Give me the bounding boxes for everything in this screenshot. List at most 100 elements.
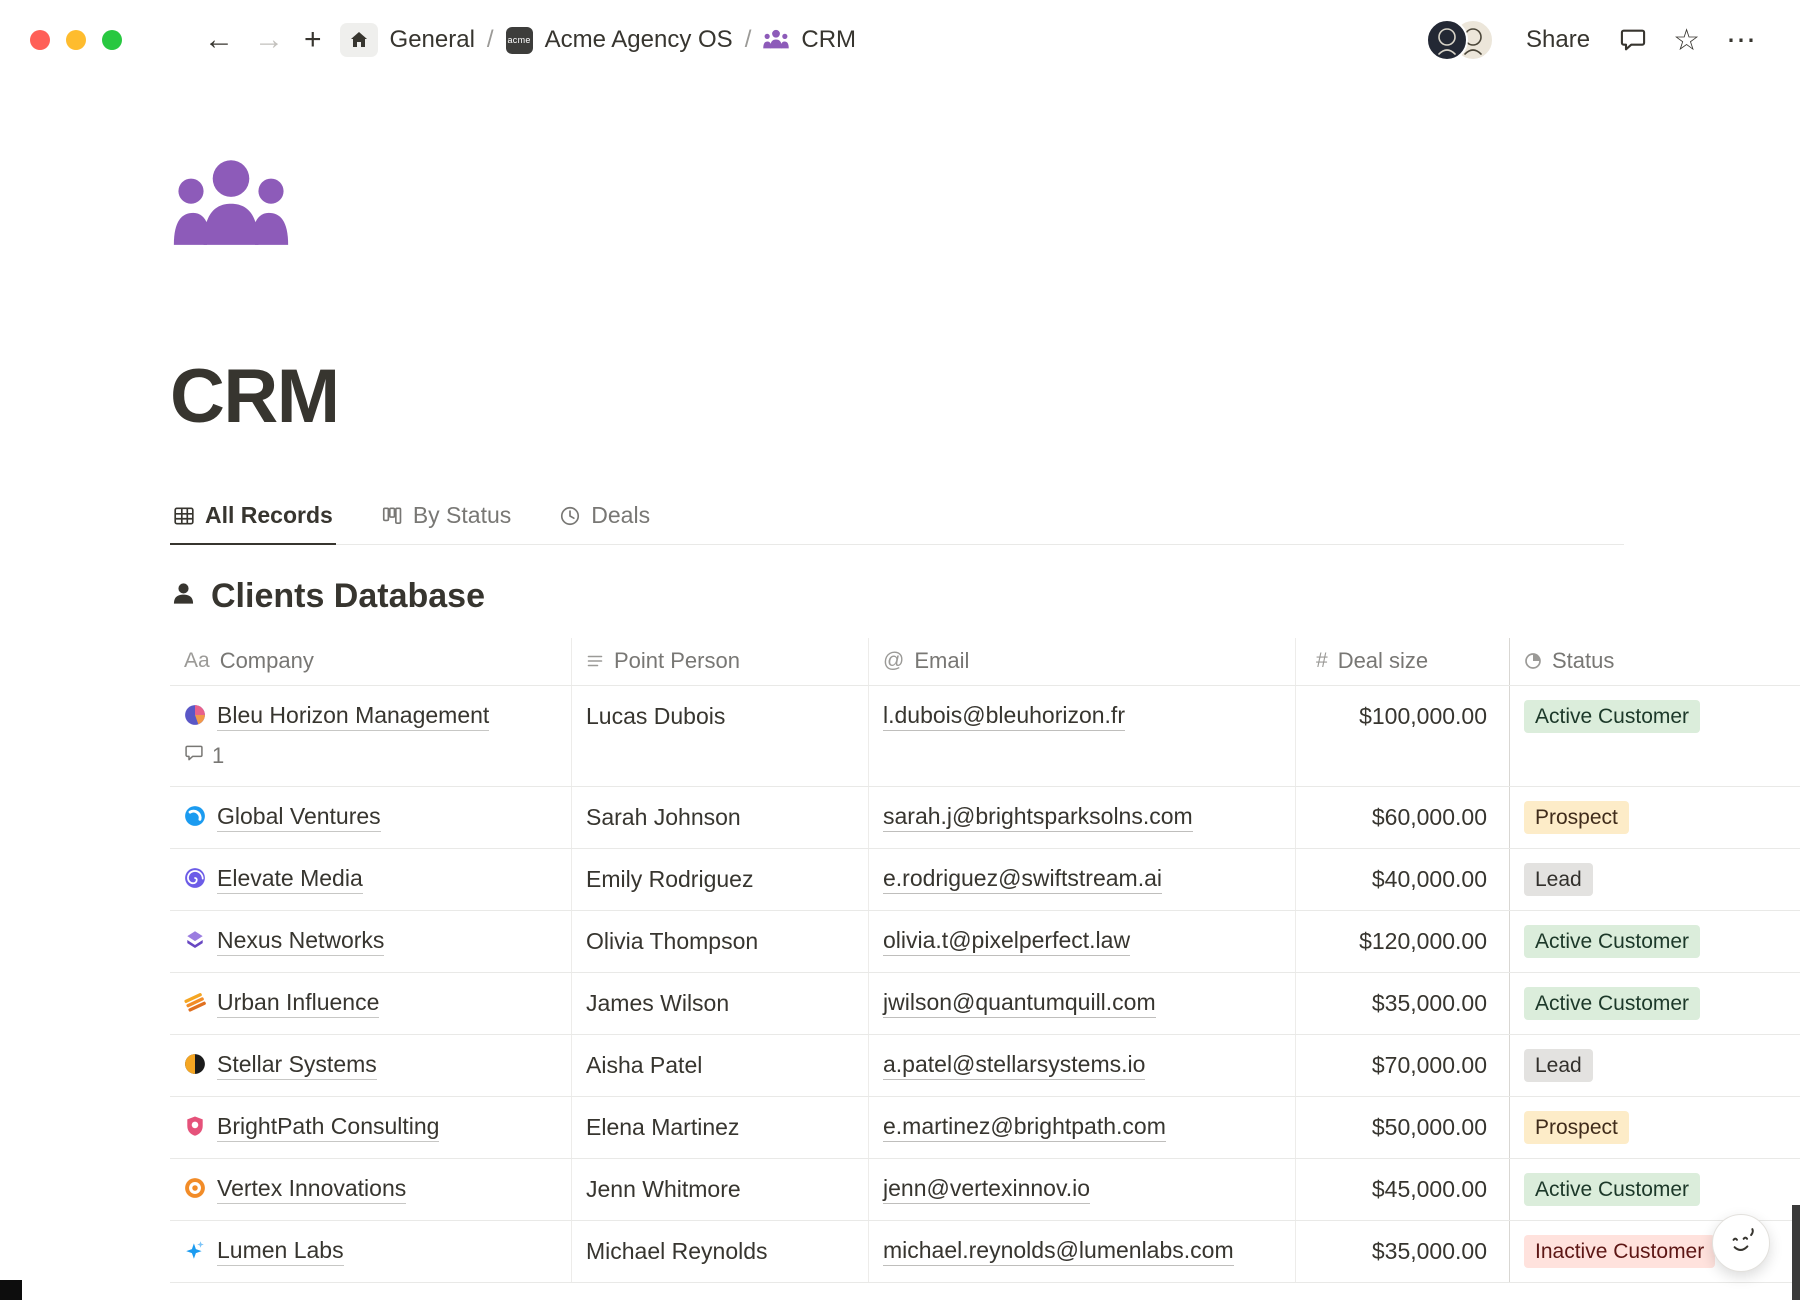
sidebar-toggle-button[interactable]	[158, 30, 184, 51]
deal-size-cell[interactable]: $60,000.00	[1295, 787, 1509, 848]
comment-count[interactable]: 1	[184, 739, 224, 772]
email-cell[interactable]: michael.reynolds@lumenlabs.com	[868, 1221, 1295, 1282]
company-link[interactable]: Stellar Systems	[217, 1049, 377, 1080]
deal-size-cell[interactable]: $35,000.00	[1295, 973, 1509, 1034]
tab-all-records[interactable]: All Records	[170, 502, 336, 545]
table-row[interactable]: BrightPath Consulting Elena Martinez e.m…	[170, 1097, 1800, 1159]
share-button[interactable]: Share	[1526, 26, 1590, 54]
breadcrumb-item-general[interactable]: General	[390, 26, 475, 54]
point-person-cell[interactable]: Michael Reynolds	[571, 1221, 868, 1282]
point-person-cell[interactable]: Lucas Dubois	[571, 686, 868, 786]
company-link[interactable]: Urban Influence	[217, 987, 379, 1018]
company-cell[interactable]: Bleu Horizon Management 1	[170, 686, 571, 786]
status-cell[interactable]: Prospect	[1509, 1097, 1800, 1158]
status-cell[interactable]: Lead	[1509, 849, 1800, 910]
home-icon[interactable]	[340, 23, 378, 57]
tab-by-status[interactable]: By Status	[378, 502, 514, 544]
breadcrumb-item-workspace[interactable]: Acme Agency OS	[545, 26, 733, 54]
email-cell[interactable]: jwilson@quantumquill.com	[868, 973, 1295, 1034]
point-person-cell[interactable]: Olivia Thompson	[571, 911, 868, 972]
point-person-cell[interactable]: Elena Martinez	[571, 1097, 868, 1158]
company-link[interactable]: Lumen Labs	[217, 1235, 344, 1266]
column-header-deal-size[interactable]: # Deal size	[1295, 638, 1509, 685]
email-link[interactable]: a.patel@stellarsystems.io	[883, 1049, 1145, 1080]
column-header-point-person[interactable]: Point Person	[571, 638, 868, 685]
status-cell[interactable]: Active Customer	[1509, 973, 1800, 1034]
company-link[interactable]: BrightPath Consulting	[217, 1111, 439, 1142]
forward-button[interactable]: →	[254, 25, 284, 55]
email-link[interactable]: michael.reynolds@lumenlabs.com	[883, 1235, 1234, 1266]
email-link[interactable]: olivia.t@pixelperfect.law	[883, 925, 1130, 956]
company-cell[interactable]: Vertex Innovations	[170, 1159, 571, 1220]
point-person-cell[interactable]: James Wilson	[571, 973, 868, 1034]
table-row[interactable]: Bleu Horizon Management 1 Lucas Dubois l…	[170, 686, 1800, 787]
company-link[interactable]: Elevate Media	[217, 863, 363, 894]
email-cell[interactable]: jenn@vertexinnov.io	[868, 1159, 1295, 1220]
database-title[interactable]: Clients Database	[211, 577, 485, 616]
deal-size-cell[interactable]: $120,000.00	[1295, 911, 1509, 972]
email-cell[interactable]: e.martinez@brightpath.com	[868, 1097, 1295, 1158]
status-cell[interactable]: Active Customer	[1509, 911, 1800, 972]
deal-size-cell[interactable]: $100,000.00	[1295, 686, 1509, 786]
email-cell[interactable]: olivia.t@pixelperfect.law	[868, 911, 1295, 972]
assistant-face-button[interactable]	[1712, 1214, 1770, 1272]
email-link[interactable]: jenn@vertexinnov.io	[883, 1173, 1090, 1204]
point-person-cell[interactable]: Jenn Whitmore	[571, 1159, 868, 1220]
back-button[interactable]: ←	[204, 25, 234, 55]
deal-size-cell[interactable]: $40,000.00	[1295, 849, 1509, 910]
table-row[interactable]: Elevate Media Emily Rodriguez e.rodrigue…	[170, 849, 1800, 911]
table-row[interactable]: Urban Influence James Wilson jwilson@qua…	[170, 973, 1800, 1035]
column-header-email[interactable]: @ Email	[868, 638, 1295, 685]
company-cell[interactable]: Lumen Labs	[170, 1221, 571, 1282]
company-cell[interactable]: Nexus Networks	[170, 911, 571, 972]
company-cell[interactable]: Global Ventures	[170, 787, 571, 848]
company-link[interactable]: Bleu Horizon Management	[217, 700, 489, 731]
deal-size-cell[interactable]: $50,000.00	[1295, 1097, 1509, 1158]
table-row[interactable]: Global Ventures Sarah Johnson sarah.j@br…	[170, 787, 1800, 849]
table-row[interactable]: Nexus Networks Olivia Thompson olivia.t@…	[170, 911, 1800, 973]
collaborator-avatars[interactable]	[1426, 19, 1492, 61]
company-cell[interactable]: Elevate Media	[170, 849, 571, 910]
page-title[interactable]: CRM	[170, 354, 1800, 440]
company-link[interactable]: Vertex Innovations	[217, 1173, 406, 1204]
status-cell[interactable]: Prospect	[1509, 787, 1800, 848]
more-options-icon[interactable]: ⋯	[1726, 23, 1757, 58]
deal-size-cell[interactable]: $45,000.00	[1295, 1159, 1509, 1220]
email-link[interactable]: e.martinez@brightpath.com	[883, 1111, 1166, 1142]
zoom-button[interactable]	[102, 30, 122, 50]
new-tab-button[interactable]: +	[304, 25, 322, 55]
company-cell[interactable]: Urban Influence	[170, 973, 571, 1034]
deal-size-cell[interactable]: $70,000.00	[1295, 1035, 1509, 1096]
status-cell[interactable]: Lead	[1509, 1035, 1800, 1096]
deal-size-cell[interactable]: $35,000.00	[1295, 1221, 1509, 1282]
email-cell[interactable]: e.rodriguez@swiftstream.ai	[868, 849, 1295, 910]
company-cell[interactable]: BrightPath Consulting	[170, 1097, 571, 1158]
company-link[interactable]: Nexus Networks	[217, 925, 384, 956]
email-cell[interactable]: sarah.j@brightsparksolns.com	[868, 787, 1295, 848]
point-person-cell[interactable]: Emily Rodriguez	[571, 849, 868, 910]
vertical-scrollbar[interactable]	[1792, 1205, 1800, 1300]
company-link[interactable]: Global Ventures	[217, 801, 381, 832]
email-link[interactable]: sarah.j@brightsparksolns.com	[883, 801, 1193, 832]
tab-deals[interactable]: Deals	[556, 502, 653, 544]
favorite-star-icon[interactable]: ☆	[1673, 23, 1700, 58]
email-link[interactable]: e.rodriguez@swiftstream.ai	[883, 863, 1162, 894]
comments-icon[interactable]	[1619, 26, 1647, 54]
table-row[interactable]: Vertex Innovations Jenn Whitmore jenn@ve…	[170, 1159, 1800, 1221]
point-person-cell[interactable]: Sarah Johnson	[571, 787, 868, 848]
status-cell[interactable]: Active Customer	[1509, 686, 1800, 786]
email-cell[interactable]: l.dubois@bleuhorizon.fr	[868, 686, 1295, 786]
email-cell[interactable]: a.patel@stellarsystems.io	[868, 1035, 1295, 1096]
email-link[interactable]: jwilson@quantumquill.com	[883, 987, 1156, 1018]
status-cell[interactable]: Active Customer	[1509, 1159, 1800, 1220]
minimize-button[interactable]	[66, 30, 86, 50]
close-button[interactable]	[30, 30, 50, 50]
column-header-company[interactable]: Aa Company	[170, 638, 571, 685]
email-link[interactable]: l.dubois@bleuhorizon.fr	[883, 700, 1125, 731]
table-row[interactable]: Stellar Systems Aisha Patel a.patel@stel…	[170, 1035, 1800, 1097]
column-header-status[interactable]: Status	[1509, 638, 1800, 685]
breadcrumb-item-page[interactable]: CRM	[801, 26, 856, 54]
table-row[interactable]: Lumen Labs Michael Reynolds michael.reyn…	[170, 1221, 1800, 1283]
page-icon-people[interactable]	[170, 158, 292, 254]
point-person-cell[interactable]: Aisha Patel	[571, 1035, 868, 1096]
